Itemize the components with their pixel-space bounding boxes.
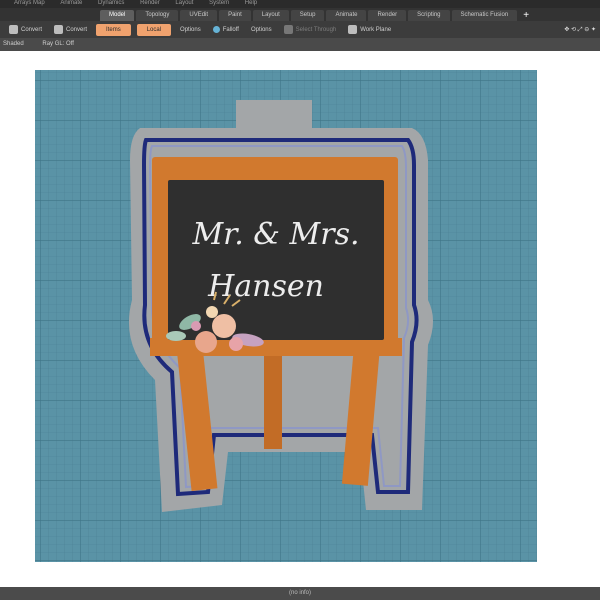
falloff-button[interactable]: Falloff <box>210 24 242 36</box>
work-plane-button[interactable]: Work Plane <box>345 24 394 36</box>
viewport-header: Shaded Ray GL: Off <box>0 38 600 51</box>
easel-artwork: Mr. & Mrs. Hansen <box>150 157 402 491</box>
local-button[interactable]: Local <box>136 23 172 36</box>
convert-icon <box>9 25 18 34</box>
3d-viewport[interactable]: Mr. & Mrs. Hansen <box>0 51 600 587</box>
info-text: (no info) <box>288 590 311 596</box>
menu-item[interactable]: System <box>209 0 229 7</box>
select-through-label: Select Through <box>295 26 337 33</box>
easel-back-leg <box>264 345 282 449</box>
add-tab-button[interactable]: + <box>519 10 533 21</box>
convert-icon <box>54 25 64 34</box>
menu-item[interactable]: Arrays Map <box>14 0 45 7</box>
convert-button[interactable]: Convert <box>6 24 45 36</box>
options-button[interactable]: Options <box>177 24 204 36</box>
work-plane-label: Work Plane <box>360 26 392 33</box>
chalkboard-line-1: Mr. & Mrs. <box>191 217 359 252</box>
tab-render[interactable]: Render <box>368 10 407 21</box>
tab-setup[interactable]: Setup <box>290 10 325 21</box>
falloff-label: Falloff <box>222 26 239 33</box>
select-through-icon <box>283 25 293 34</box>
info-bar: (no info) <box>0 587 600 600</box>
tab-layout[interactable]: Layout <box>252 10 289 21</box>
work-plane-icon <box>348 25 358 34</box>
toolbar: Convert Convert Items Local Options Fall… <box>0 21 600 38</box>
chalkboard <box>168 180 384 340</box>
select-through-button[interactable]: Select Through <box>281 24 340 36</box>
falloff-icon <box>212 26 220 33</box>
hanger-tab <box>236 100 312 130</box>
layout-tab-bar: Model Topology UVEdit Paint Layout Setup… <box>0 8 600 21</box>
tab-animate[interactable]: Animate <box>326 10 367 21</box>
menu-item[interactable]: Animate <box>60 0 82 7</box>
menu-item[interactable]: Layout <box>175 0 193 7</box>
shading-mode[interactable]: Shaded <box>3 41 24 47</box>
menu-item[interactable]: Dynamics <box>98 0 124 7</box>
convert-button-2[interactable]: Convert <box>51 24 90 36</box>
tab-model[interactable]: Model <box>100 10 135 21</box>
viewport-nav-icons[interactable]: ✥ ⟲ ⤢ ⊖ ✦ <box>564 26 596 34</box>
tab-uvedit[interactable]: UVEdit <box>180 10 218 21</box>
ray-gl-status[interactable]: Ray GL: Off <box>42 41 74 47</box>
convert-label: Convert <box>66 26 88 33</box>
viewport-canvas[interactable]: Mr. & Mrs. Hansen <box>0 51 600 587</box>
items-mode-button[interactable]: Items <box>96 23 131 36</box>
menu-bar: Arrays Map Animate Dynamics Render Layou… <box>0 0 600 8</box>
chalkboard-line-2: Hansen <box>207 269 324 304</box>
menu-item[interactable]: Render <box>140 0 160 7</box>
local-label: Local <box>146 26 162 33</box>
options-label: Options <box>250 26 272 33</box>
options-label: Options <box>180 26 201 33</box>
tab-topology[interactable]: Topology <box>136 10 179 21</box>
menu-item[interactable]: Help <box>245 0 257 7</box>
items-label: Items <box>106 26 121 33</box>
convert-label: Convert <box>21 26 43 33</box>
options-button-2[interactable]: Options <box>248 24 275 36</box>
tab-scripting[interactable]: Scripting <box>408 10 450 21</box>
tab-schematic-fusion[interactable]: Schematic Fusion <box>451 10 518 21</box>
tab-paint[interactable]: Paint <box>219 10 251 21</box>
